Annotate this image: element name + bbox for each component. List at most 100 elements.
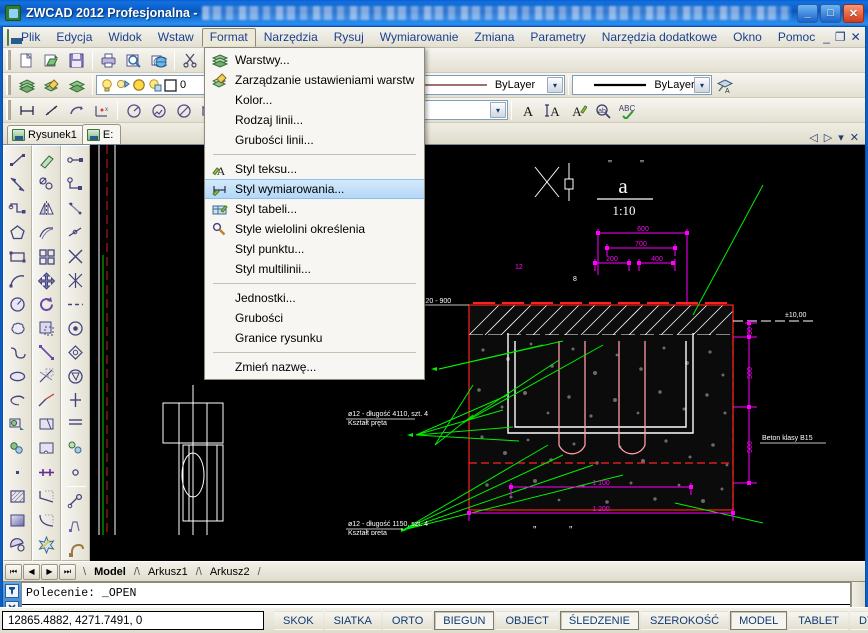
lightbulb-on-icon[interactable]	[100, 78, 114, 93]
toolbar-grip[interactable]	[6, 50, 11, 70]
mdi-minimize-button[interactable]: _	[823, 30, 830, 44]
line-icon[interactable]	[5, 148, 30, 172]
purge-icon[interactable]	[34, 556, 59, 561]
tab-list-icon[interactable]: ▾	[838, 131, 844, 144]
copy-icon[interactable]	[34, 172, 59, 196]
spellcheck-icon[interactable]: ABC	[616, 99, 639, 121]
snap-midpoint-icon[interactable]	[63, 172, 88, 196]
lineweight-combo[interactable]: ByLayer ▾	[572, 75, 712, 95]
menu-edycja[interactable]: Edycja	[48, 28, 100, 47]
arc-icon[interactable]	[5, 268, 30, 292]
dim-ordinate-icon[interactable]: x	[90, 99, 113, 121]
tab-arkusz1[interactable]: Arkusz1	[140, 563, 196, 581]
snap-from-icon[interactable]	[63, 537, 88, 561]
dim-aligned-icon[interactable]	[40, 99, 63, 121]
snap-parallel-icon[interactable]	[63, 364, 88, 388]
layer-states-icon[interactable]	[40, 74, 63, 96]
status-button-tablet[interactable]: TABLET	[789, 611, 848, 630]
tab-last-button[interactable]: ⏭	[59, 563, 76, 580]
region-icon[interactable]	[5, 532, 30, 556]
dim-arc-icon[interactable]	[65, 99, 88, 121]
mirror-icon[interactable]	[34, 196, 59, 220]
ellipse-icon[interactable]	[5, 364, 30, 388]
stretch-icon[interactable]	[34, 340, 59, 364]
lock-unlocked-icon[interactable]	[132, 78, 146, 93]
dim-diameter-icon[interactable]	[172, 99, 195, 121]
menu-item-zarzadzanie-ustawieniami-warstw[interactable]: Zarządzanie ustawieniami warstw	[205, 70, 424, 90]
menu-item-warstwy[interactable]: Warstwy...	[205, 50, 424, 70]
layers-icon[interactable]	[15, 74, 38, 96]
mdi-restore-button[interactable]: ❐	[835, 30, 846, 44]
pin-icon[interactable]	[5, 584, 19, 598]
status-button-szerokosc[interactable]: SZEROKOŚĆ	[641, 611, 729, 630]
cut-icon[interactable]	[179, 49, 202, 71]
array-icon[interactable]	[34, 244, 59, 268]
status-button-object[interactable]: OBJECT	[496, 611, 558, 630]
rectangle-icon[interactable]	[5, 244, 30, 268]
menu-item-styl-tabeli[interactable]: Styl tabeli...	[205, 199, 424, 219]
erase-icon[interactable]	[34, 148, 59, 172]
status-button-dyn[interactable]: DYN	[849, 611, 868, 630]
chevron-down-icon[interactable]: ▾	[490, 102, 506, 118]
menu-item-grubosci-linii[interactable]: Grubości linii...	[205, 130, 424, 150]
snap-quick-icon[interactable]	[63, 513, 88, 537]
menu-okno[interactable]: Okno	[725, 28, 770, 47]
single-text-icon[interactable]: A	[516, 99, 539, 121]
tab-close-icon[interactable]: ✕	[850, 131, 859, 144]
menu-rysuj[interactable]: Rysuj	[326, 28, 372, 47]
mdi-close-button[interactable]: ✕	[851, 30, 861, 44]
scale-icon[interactable]	[34, 316, 59, 340]
menu-pomoc[interactable]: Pomoc	[770, 28, 823, 47]
status-button-siatka[interactable]: SIATKA	[324, 611, 381, 630]
menu-item-style-wielolini-okreslenia[interactable]: Style wielolini określenia	[205, 219, 424, 239]
doctab-rysunek1[interactable]: Rysunek1	[7, 125, 85, 144]
menu-item-styl-multilinii[interactable]: Styl multilinii...	[205, 259, 424, 279]
extend-icon[interactable]	[34, 388, 59, 412]
menu-wymiarowanie[interactable]: Wymiarowanie	[372, 28, 467, 47]
osnap-settings-icon[interactable]	[63, 489, 88, 513]
toolbar-grip-layers[interactable]	[6, 75, 11, 95]
menu-narzedzia-dodatkowe[interactable]: Narzędzia dodatkowe	[594, 28, 725, 47]
doctab-current[interactable]: E:	[81, 124, 122, 144]
status-button-skok[interactable]: SKOK	[274, 611, 323, 630]
menu-format[interactable]: Format	[201, 27, 256, 47]
format-dropdown-menu[interactable]: Warstwy... Zarządzanie ustawieniami wars…	[204, 47, 425, 380]
dim-radius-icon[interactable]	[122, 99, 145, 121]
snap-perpendicular-icon[interactable]	[63, 340, 88, 364]
minimize-button[interactable]: _	[797, 3, 818, 23]
maximize-button[interactable]: □	[820, 3, 841, 23]
toolbar-grip-dim[interactable]	[6, 100, 11, 120]
menu-item-rodzaj-linii[interactable]: Rodzaj linii...	[205, 110, 424, 130]
break-icon[interactable]	[34, 436, 59, 460]
close-button[interactable]: ✕	[843, 3, 864, 23]
publish-icon[interactable]	[147, 49, 170, 71]
polygon-icon[interactable]	[5, 220, 30, 244]
construction-line-icon[interactable]	[5, 172, 30, 196]
color-swatch-icon[interactable]	[164, 78, 177, 92]
status-button-orto[interactable]: ORTO	[382, 611, 433, 630]
menu-item-jednostki[interactable]: Jednostki...	[205, 288, 424, 308]
menu-item-styl-wymiarowania[interactable]: Styl wymiarowania...	[205, 179, 424, 199]
new-icon[interactable]	[15, 49, 38, 71]
insert-block-icon[interactable]	[5, 412, 30, 436]
snap-extension-icon[interactable]	[63, 244, 88, 268]
snap-none-icon[interactable]	[63, 460, 88, 484]
find-text-icon[interactable]: ab	[591, 99, 614, 121]
menu-item-zmien-nazwe[interactable]: Zmień nazwę...	[205, 357, 424, 377]
tab-prev-button[interactable]: ◀	[23, 563, 40, 580]
menu-parametry[interactable]: Parametry	[522, 28, 593, 47]
menu-wstaw[interactable]: Wstaw	[150, 28, 202, 47]
plot-icon-small[interactable]	[148, 78, 162, 93]
tab-arkusz2[interactable]: Arkusz2	[202, 563, 258, 581]
dim-linear-icon[interactable]	[15, 99, 38, 121]
explode-icon[interactable]	[34, 532, 59, 556]
chevron-down-icon[interactable]: ▾	[694, 77, 710, 93]
join-icon[interactable]	[34, 460, 59, 484]
snap-quadrant-icon[interactable]	[63, 292, 88, 316]
coordinates-display[interactable]: 12865.4882, 4271.7491, 0	[2, 611, 264, 630]
snap-center-icon[interactable]	[63, 268, 88, 292]
snap-node-icon[interactable]	[63, 412, 88, 436]
tab-next-icon[interactable]: ▷	[824, 131, 832, 144]
tab-model[interactable]: Model	[86, 563, 134, 581]
table-icon[interactable]	[5, 556, 30, 561]
